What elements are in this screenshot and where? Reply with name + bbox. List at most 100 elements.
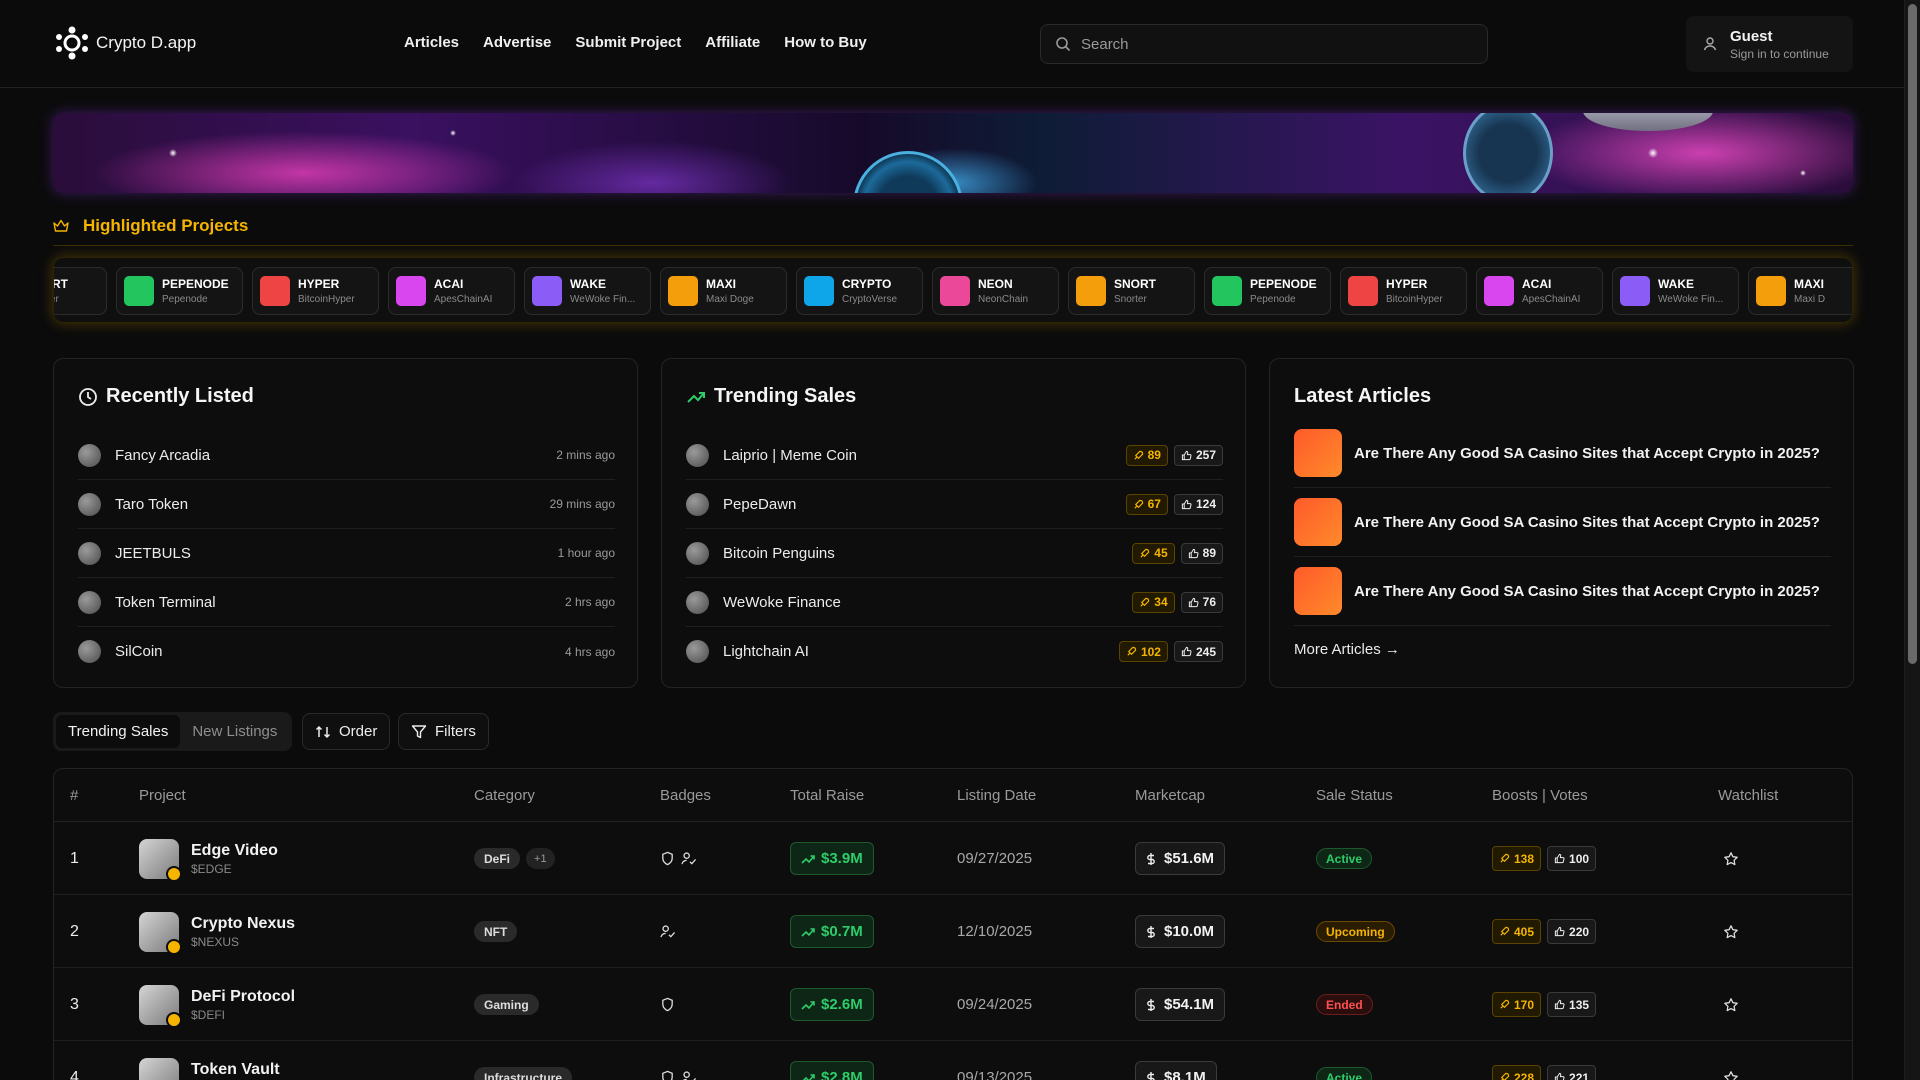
more-articles-link[interactable]: More Articles → [1294, 641, 1400, 658]
project-avatar [686, 590, 709, 614]
col-header-boosts-votes[interactable]: Boosts | Votes [1492, 787, 1588, 804]
col-header-marketcap[interactable]: Marketcap [1135, 787, 1205, 804]
recent-listing-row[interactable]: SilCoin 4 hrs ago [78, 627, 615, 676]
article-item[interactable]: Are There Any Good SA Casino Sites that … [1294, 419, 1831, 488]
highlighted-chip[interactable]: WAKE WeWoke Fin... [524, 267, 651, 315]
main-nav: Articles Advertise Submit Project Affili… [404, 34, 867, 51]
search-input[interactable] [1081, 35, 1471, 53]
vote-count-badge[interactable]: 100 [1547, 846, 1597, 871]
boost-count-badge[interactable]: 102 [1118, 641, 1168, 662]
nav-affiliate[interactable]: Affiliate [705, 34, 760, 51]
highlighted-chip[interactable]: PEPENODE Pepenode [1204, 267, 1331, 315]
chip-name: ApesChainAI [1522, 294, 1581, 305]
highlighted-chip-list: SNORT Snorter PEPENODE Pepenode HYPER Bi… [54, 267, 1852, 315]
boost-count-badge[interactable]: 34 [1132, 591, 1175, 613]
page-scrollbar[interactable] [1904, 0, 1920, 1080]
project-name[interactable]: Edge Video [191, 842, 278, 860]
top-header: Crypto D.app Articles Advertise Submit P… [0, 0, 1904, 88]
nav-advertise[interactable]: Advertise [483, 34, 551, 51]
vote-count-badge[interactable]: 89 [1180, 542, 1223, 564]
total-raise-value: $0.7M [821, 923, 863, 940]
recent-listing-row[interactable]: JEETBULS 1 hour ago [78, 529, 615, 578]
highlighted-chip[interactable]: MAXI Maxi D [1748, 267, 1852, 315]
vote-count-badge[interactable]: 221 [1547, 1065, 1597, 1080]
highlighted-chip[interactable]: SNORT Snorter [1068, 267, 1195, 315]
nav-articles[interactable]: Articles [404, 34, 459, 51]
recent-listing-row[interactable]: Taro Token 29 mins ago [78, 480, 615, 529]
trending-sale-row[interactable]: PepeDawn 67 124 [686, 480, 1223, 529]
logo[interactable]: Crypto D.app [54, 26, 196, 60]
order-button[interactable]: Order [302, 713, 391, 750]
highlighted-chip[interactable]: CRYPTO CryptoVerse [796, 267, 923, 315]
nav-how-to-buy[interactable]: How to Buy [784, 34, 867, 51]
highlighted-chip[interactable]: NEON NeonChain [932, 267, 1059, 315]
article-item[interactable]: Are There Any Good SA Casino Sites that … [1294, 557, 1831, 626]
tab-new-listings[interactable]: New Listings [180, 715, 289, 748]
boost-count-badge[interactable]: 170 [1492, 992, 1542, 1017]
watchlist-star-button[interactable] [1723, 997, 1739, 1013]
tab-trending-sales[interactable]: Trending Sales [56, 715, 181, 748]
project-name[interactable]: Token Vault [191, 1061, 280, 1079]
rocket-icon [1500, 853, 1510, 863]
star-icon [1724, 997, 1738, 1011]
project-name: SilCoin [115, 643, 163, 660]
trending-sale-row[interactable]: Bitcoin Penguins 45 89 [686, 529, 1223, 578]
list-tabs: Trending Sales New Listings [53, 712, 293, 751]
verified-badge [166, 865, 182, 882]
highlighted-chip[interactable]: ACAI ApesChainAI [1476, 267, 1603, 315]
vote-count-badge[interactable]: 257 [1173, 444, 1223, 466]
thumbs-up-icon [1188, 597, 1199, 607]
project-name[interactable]: Crypto Nexus [191, 915, 295, 933]
article-item[interactable]: Are There Any Good SA Casino Sites that … [1294, 488, 1831, 557]
table-row[interactable]: 4 Token Vault $VAULT Infrastructure $2.8… [54, 1041, 1852, 1080]
highlighted-chip[interactable]: WAKE WeWoke Fin... [1612, 267, 1739, 315]
table-row[interactable]: 3 DeFi Protocol $DEFI Gaming $2.6M 09/24… [54, 968, 1852, 1041]
boost-count-badge[interactable]: 228 [1492, 1065, 1542, 1080]
highlighted-chip[interactable]: HYPER BitcoinHyper [252, 267, 379, 315]
watchlist-star-button[interactable] [1723, 851, 1739, 867]
col-header-watchlist[interactable]: Watchlist [1718, 787, 1778, 804]
vote-count-badge[interactable]: 135 [1547, 992, 1597, 1017]
highlighted-chip[interactable]: HYPER BitcoinHyper [1340, 267, 1467, 315]
boost-count-badge[interactable]: 89 [1125, 444, 1168, 466]
col-header-category[interactable]: Category [474, 787, 535, 804]
boost-count-badge[interactable]: 138 [1492, 846, 1542, 871]
vote-count-badge[interactable]: 76 [1180, 591, 1223, 613]
highlighted-chip[interactable]: ACAI ApesChainAI [388, 267, 515, 315]
project-name[interactable]: DeFi Protocol [191, 988, 295, 1006]
boost-count-badge[interactable]: 45 [1132, 542, 1175, 564]
project-avatar [686, 541, 709, 565]
vote-count-badge[interactable]: 245 [1173, 641, 1223, 662]
scrollbar-thumb[interactable] [1908, 4, 1917, 664]
highlighted-chip[interactable]: MAXI Maxi Doge [660, 267, 787, 315]
highlighted-chip[interactable]: SNORT Snorter [54, 267, 107, 315]
col-header-index[interactable]: # [70, 787, 78, 804]
boost-count-badge[interactable]: 405 [1492, 919, 1542, 944]
col-header-sale-status[interactable]: Sale Status [1316, 787, 1393, 804]
chip-name: Maxi Doge [706, 294, 754, 305]
table-row[interactable]: 1 Edge Video $EDGE DeFi +1 $3.9M 09/27/20… [54, 822, 1852, 895]
col-header-total-raise[interactable]: Total Raise [790, 787, 864, 804]
watchlist-star-button[interactable] [1723, 1070, 1739, 1080]
col-header-badges[interactable]: Badges [660, 787, 711, 804]
chip-name: Pepenode [1250, 294, 1296, 305]
category-extra-badge[interactable]: +1 [526, 848, 555, 869]
user-account-button[interactable]: Guest Sign in to continue [1686, 16, 1853, 72]
nav-submit-project[interactable]: Submit Project [575, 34, 681, 51]
col-header-project[interactable]: Project [139, 787, 186, 804]
boost-count-badge[interactable]: 67 [1125, 493, 1168, 515]
vote-count-badge[interactable]: 220 [1547, 919, 1597, 944]
shield-icon [662, 851, 673, 866]
highlighted-chip[interactable]: PEPENODE Pepenode [116, 267, 243, 315]
trending-sale-row[interactable]: WeWoke Finance 34 76 [686, 578, 1223, 627]
col-header-listing-date[interactable]: Listing Date [957, 787, 1036, 804]
vote-count-badge[interactable]: 124 [1173, 493, 1223, 515]
recent-listing-row[interactable]: Fancy Arcadia 2 mins ago [78, 431, 615, 480]
trending-sale-row[interactable]: Lightchain AI 102 245 [686, 627, 1223, 676]
table-row[interactable]: 2 Crypto Nexus $NEXUS NFT $0.7M 12/10/20… [54, 895, 1852, 968]
trending-sale-row[interactable]: Laiprio | Meme Coin 89 257 [686, 431, 1223, 480]
promo-banner[interactable] [53, 113, 1853, 193]
recent-listing-row[interactable]: Token Terminal 2 hrs ago [78, 578, 615, 627]
watchlist-star-button[interactable] [1723, 924, 1739, 940]
filters-button[interactable]: Filters [398, 713, 489, 750]
